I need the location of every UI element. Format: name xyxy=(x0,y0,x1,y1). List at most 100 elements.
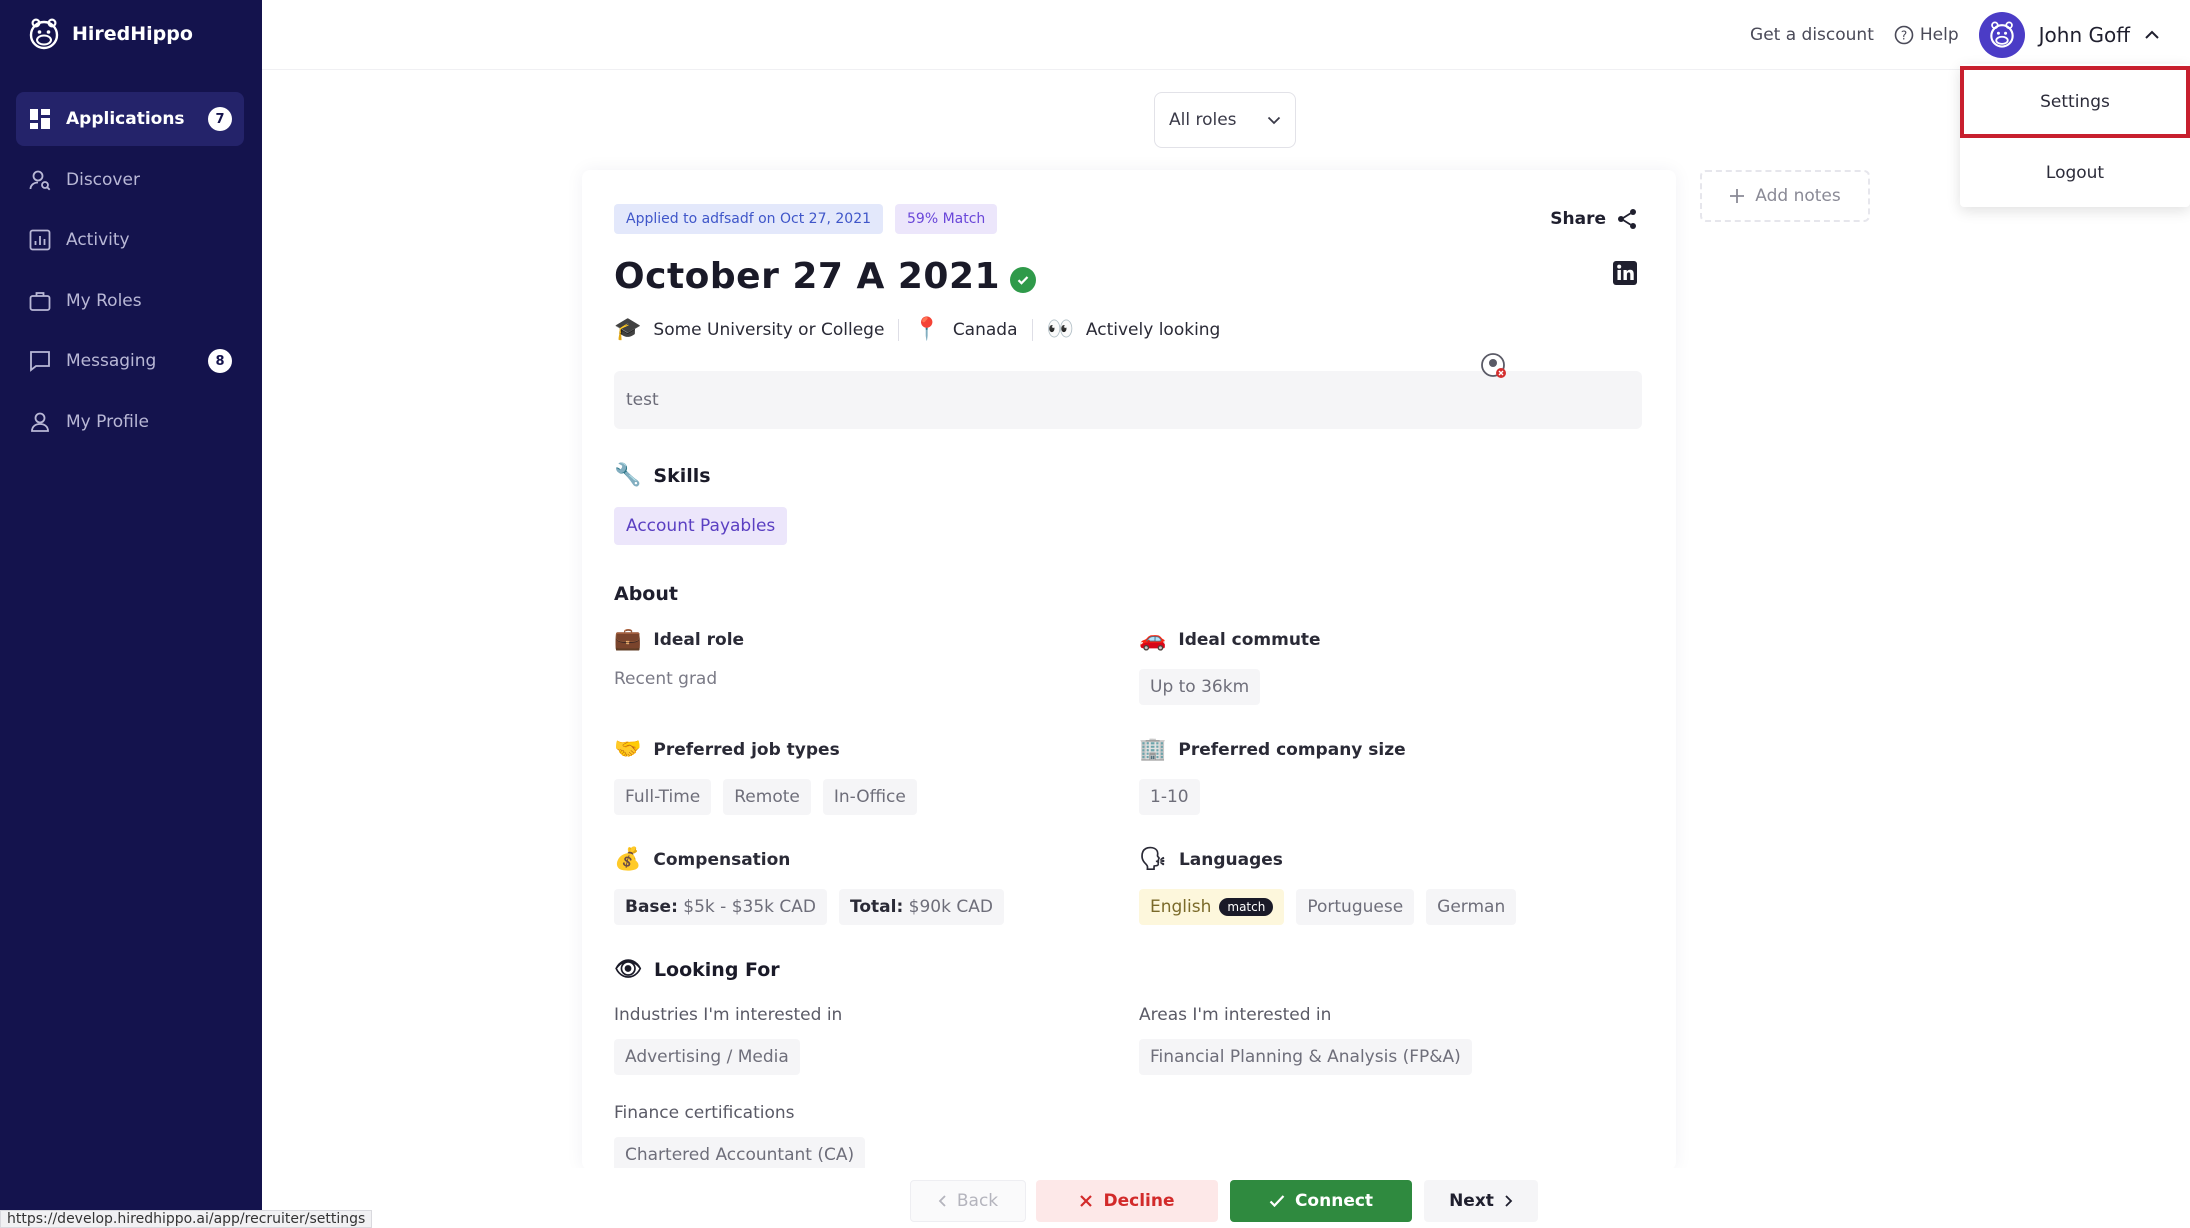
briefcase-emoji-icon: 💼 xyxy=(614,627,642,652)
applied-badge: Applied to adfsadf on Oct 27, 2021 xyxy=(614,204,884,234)
job-types-label: Preferred job types xyxy=(653,740,840,760)
languages-field: 🗣 Languages English match Portuguese Ger… xyxy=(1139,845,1639,925)
sidebar: HiredHippo Applications 7 Discover Activ… xyxy=(0,0,262,1228)
sidebar-item-messaging[interactable]: Messaging 8 xyxy=(16,334,244,388)
areas-label: Areas I'm interested in xyxy=(1139,1005,1332,1025)
eye-icon: 👁 xyxy=(614,957,642,982)
chat-icon xyxy=(28,349,52,373)
check-icon xyxy=(1269,1195,1285,1208)
menu-item-settings[interactable]: Settings xyxy=(1960,66,2190,138)
candidate-card: Applied to adfsadf on Oct 27, 2021 59% M… xyxy=(582,170,1676,1173)
sidebar-item-applications[interactable]: Applications 7 xyxy=(16,92,244,146)
language-chip-matched: English match xyxy=(1139,889,1285,925)
job-types-field: 🤝 Preferred job types Full-Time Remote I… xyxy=(614,735,1139,815)
commute-chip: Up to 36km xyxy=(1139,669,1261,705)
menu-item-logout[interactable]: Logout xyxy=(1960,138,2190,208)
car-icon: 🚗 xyxy=(1139,627,1167,652)
language-chip: Portuguese xyxy=(1296,889,1415,925)
certifications-field: Finance certifications Chartered Account… xyxy=(614,1103,1139,1173)
company-size-label: Preferred company size xyxy=(1178,740,1406,760)
language-chip: German xyxy=(1426,889,1517,925)
ideal-commute-field: 🚗 Ideal commute Up to 36km xyxy=(1139,625,1639,705)
decline-label: Decline xyxy=(1103,1191,1175,1211)
compensation-label: Compensation xyxy=(653,850,791,870)
candidate-location: Canada xyxy=(952,320,1018,340)
brand-name: HiredHippo xyxy=(72,23,193,45)
help-label: Help xyxy=(1919,25,1959,45)
sidebar-item-label: Applications xyxy=(66,109,185,129)
back-button[interactable]: Back xyxy=(910,1180,1026,1222)
chevron-right-icon xyxy=(1505,1195,1513,1207)
sidebar-item-label: Messaging xyxy=(66,351,157,371)
svg-text:?: ? xyxy=(1901,29,1907,43)
base-label: Base: xyxy=(625,897,678,917)
job-type-chip: Remote xyxy=(723,779,811,815)
candidate-name: October 27 A 2021 xyxy=(614,256,1001,297)
ideal-role-field: 💼 Ideal role Recent grad xyxy=(614,625,1139,705)
help-link[interactable]: ? Help xyxy=(1894,25,1959,45)
add-notes-button[interactable]: Add notes xyxy=(1700,170,1870,222)
sidebar-item-my-profile[interactable]: My Profile xyxy=(16,395,244,449)
avatar xyxy=(1978,12,2025,58)
company-size-chip: 1-10 xyxy=(1139,779,1200,815)
verified-check-icon xyxy=(1010,266,1037,293)
sidebar-item-my-roles[interactable]: My Roles xyxy=(16,274,244,328)
looking-for-heading: 👁 Looking For xyxy=(614,957,1642,982)
share-label: Share xyxy=(1550,209,1606,229)
language-name: English xyxy=(1150,897,1212,917)
speaking-head-icon: 🗣 xyxy=(1139,847,1167,872)
ideal-role-label: Ideal role xyxy=(653,630,745,650)
user-name: John Goff xyxy=(2038,23,2130,47)
browser-status-url: https://develop.hiredhippo.ai/app/recrui… xyxy=(0,1210,373,1228)
match-tag: match xyxy=(1219,898,1274,916)
sidebar-item-label: Activity xyxy=(66,230,130,250)
skill-chip: Account Payables xyxy=(614,507,788,545)
next-label: Next xyxy=(1449,1191,1494,1211)
get-discount-link[interactable]: Get a discount xyxy=(1750,25,1874,45)
sidebar-nav: Applications 7 Discover Activity My Role… xyxy=(16,92,244,455)
company-size-field: 🏢 Preferred company size 1-10 xyxy=(1139,735,1639,815)
industries-field: Industries I'm interested in Advertising… xyxy=(614,1005,1139,1075)
messaging-count-badge: 8 xyxy=(208,349,232,373)
role-filter-select[interactable]: All roles xyxy=(1154,92,1296,148)
base-compensation-chip: Base: $5k - $35k CAD xyxy=(614,889,828,925)
total-label: Total: xyxy=(850,897,904,917)
bio-text: test xyxy=(626,390,659,410)
brand-logo[interactable]: HiredHippo xyxy=(26,16,193,52)
certifications-label: Finance certifications xyxy=(614,1103,795,1123)
connect-button[interactable]: Connect xyxy=(1230,1180,1412,1222)
back-label: Back xyxy=(956,1191,999,1211)
wrench-icon: 🔧 xyxy=(614,463,642,488)
areas-field: Areas I'm interested in Financial Planni… xyxy=(1139,1005,1639,1075)
skills-heading: 🔧 Skills xyxy=(614,463,1642,488)
divider xyxy=(1031,319,1033,341)
chevron-down-icon xyxy=(1267,116,1281,124)
briefcase-icon xyxy=(28,289,52,313)
about-heading: About xyxy=(614,583,678,605)
total-compensation-chip: Total: $90k CAD xyxy=(839,889,1004,925)
job-type-chip: Full-Time xyxy=(614,779,712,815)
share-button[interactable]: Share xyxy=(1550,208,1638,230)
job-type-chip: In-Office xyxy=(822,779,917,815)
grammar-assist-icon[interactable] xyxy=(1480,352,1508,380)
languages-label: Languages xyxy=(1178,850,1283,870)
sidebar-item-discover[interactable]: Discover xyxy=(16,153,244,207)
sidebar-item-activity[interactable]: Activity xyxy=(16,213,244,267)
user-dropdown-menu: Settings Logout xyxy=(1960,64,2190,207)
add-notes-label: Add notes xyxy=(1755,186,1841,206)
ideal-commute-label: Ideal commute xyxy=(1178,630,1321,650)
divider xyxy=(898,319,900,341)
chart-icon xyxy=(28,228,52,252)
decline-button[interactable]: Decline xyxy=(1036,1180,1218,1222)
industries-label: Industries I'm interested in xyxy=(614,1005,843,1025)
next-button[interactable]: Next xyxy=(1424,1180,1538,1222)
compensation-field: 💰 Compensation Base: $5k - $35k CAD Tota… xyxy=(614,845,1139,925)
linkedin-icon[interactable] xyxy=(1612,260,1638,286)
match-badge: 59% Match xyxy=(895,204,998,234)
location-pin-icon: 📍 xyxy=(913,317,941,342)
industry-chip: Advertising / Media xyxy=(614,1039,800,1075)
applications-count-badge: 7 xyxy=(208,107,232,131)
candidate-school: Some University or College xyxy=(653,320,885,340)
candidate-status: Actively looking xyxy=(1085,320,1221,340)
user-menu-toggle[interactable]: John Goff xyxy=(1978,12,2160,58)
